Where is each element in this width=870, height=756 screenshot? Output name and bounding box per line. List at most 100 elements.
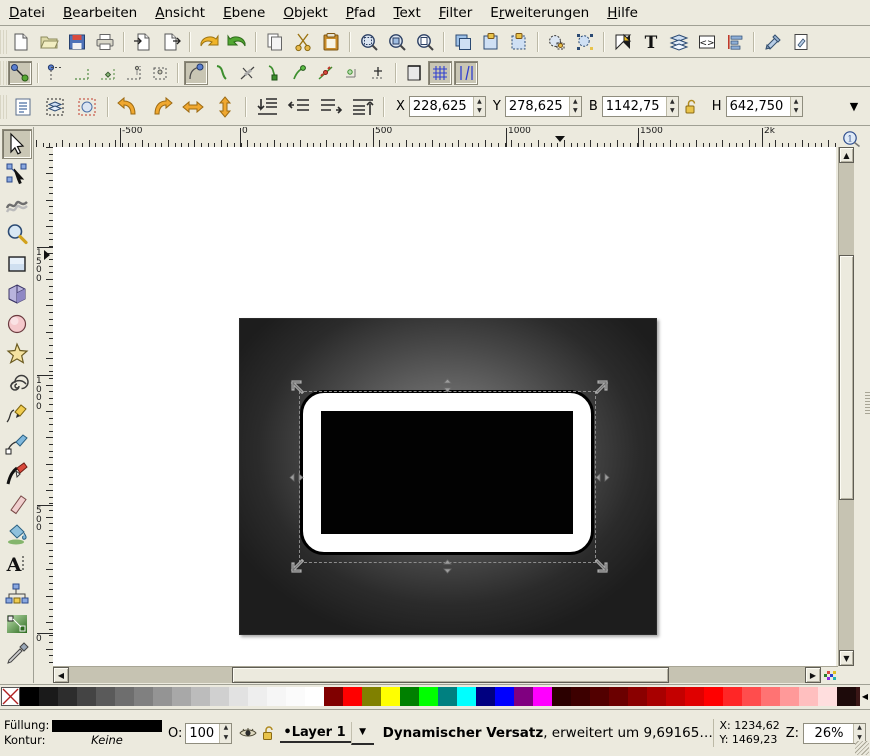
scroll-left-button[interactable]: ◀	[53, 667, 69, 683]
palette-color-swatch[interactable]	[381, 687, 400, 706]
artwork-background-rect[interactable]	[239, 318, 657, 635]
raise-to-top-icon[interactable]	[349, 93, 377, 121]
export-icon[interactable]	[158, 29, 184, 55]
spiral-tool[interactable]	[2, 369, 32, 399]
palette-color-swatch[interactable]	[761, 687, 780, 706]
menu-item-pfad[interactable]: Pfad	[337, 2, 385, 24]
fill-color-swatch[interactable]	[52, 720, 162, 732]
height-field-input[interactable]	[727, 97, 790, 116]
fill-stroke-indicator[interactable]: Füllung: Kontur: Keine	[4, 718, 162, 748]
none-color-swatch[interactable]	[1, 687, 20, 706]
palette-color-swatch[interactable]	[476, 687, 495, 706]
save-document-icon[interactable]	[64, 29, 90, 55]
snap-nodes-icon[interactable]	[184, 61, 208, 85]
palette-swatch-list[interactable]	[20, 687, 860, 706]
snap-enable-icon[interactable]	[8, 61, 32, 85]
x-field-input[interactable]	[410, 97, 473, 116]
eye-icon[interactable]	[239, 726, 257, 740]
stroke-row[interactable]: Kontur: Keine	[4, 733, 162, 748]
open-document-icon[interactable]	[36, 29, 62, 55]
palette-color-swatch[interactable]	[609, 687, 628, 706]
preferences-icon[interactable]	[760, 29, 786, 55]
color-palette[interactable]: ◀	[0, 684, 870, 708]
layer-selector[interactable]: •Layer 1 ▼	[280, 722, 373, 745]
layers-dialog-icon[interactable]	[666, 29, 692, 55]
x-field[interactable]: ▲▼	[409, 96, 486, 117]
width-field-input[interactable]	[603, 97, 666, 116]
snap-rotation-center-icon[interactable]	[366, 61, 390, 85]
scroll-up-button[interactable]: ▲	[839, 147, 854, 163]
palette-color-swatch[interactable]	[134, 687, 153, 706]
palette-color-swatch[interactable]	[438, 687, 457, 706]
palette-color-swatch[interactable]	[343, 687, 362, 706]
snap-page-border-icon[interactable]	[402, 61, 426, 85]
star-tool[interactable]	[2, 339, 32, 369]
snap-grid-icon[interactable]	[428, 61, 452, 85]
horizontal-ruler[interactable]: -5000500100015002k	[36, 127, 836, 148]
palette-color-swatch[interactable]	[400, 687, 419, 706]
palette-color-swatch[interactable]	[210, 687, 229, 706]
palette-scroll-left-icon[interactable]: ◀	[860, 687, 870, 706]
snap-bbox-center-icon[interactable]	[148, 61, 172, 85]
palette-color-swatch[interactable]	[457, 687, 476, 706]
snap-line-midpoint-icon[interactable]	[314, 61, 338, 85]
horizontal-scroll-thumb[interactable]	[232, 667, 669, 683]
scroll-down-button[interactable]: ▼	[839, 650, 854, 666]
lock-open-icon[interactable]	[262, 725, 276, 741]
menu-item-text[interactable]: Text	[385, 2, 430, 24]
zoom-tool[interactable]	[2, 219, 32, 249]
layer-name-label[interactable]: •Layer 1	[280, 724, 350, 743]
zoom-indicator-icon[interactable]: 1	[842, 130, 862, 147]
palette-color-swatch[interactable]	[514, 687, 533, 706]
inner-black-rect[interactable]	[321, 411, 573, 534]
undo-icon[interactable]	[196, 29, 222, 55]
copy-icon[interactable]	[262, 29, 288, 55]
width-field-spinner[interactable]: ▲▼	[666, 97, 678, 116]
eraser-tool[interactable]	[2, 489, 32, 519]
fill-row[interactable]: Füllung:	[4, 718, 162, 733]
palette-color-swatch[interactable]	[286, 687, 305, 706]
snap-bbox-corner-icon[interactable]	[96, 61, 120, 85]
rectangle-tool[interactable]	[2, 249, 32, 279]
palette-color-swatch[interactable]	[647, 687, 666, 706]
snap-cusp-node-icon[interactable]	[262, 61, 286, 85]
drawing-canvas[interactable]	[53, 147, 836, 666]
palette-color-swatch[interactable]	[742, 687, 761, 706]
palette-color-swatch[interactable]	[495, 687, 514, 706]
menu-item-datei[interactable]: Datei	[0, 2, 54, 24]
pen-tool[interactable]	[2, 429, 32, 459]
y-field[interactable]: ▲▼	[505, 96, 582, 117]
paint-bucket-tool[interactable]	[2, 519, 32, 549]
palette-color-swatch[interactable]	[229, 687, 248, 706]
vertical-ruler[interactable]: 150010005000	[36, 147, 54, 666]
cut-icon[interactable]	[290, 29, 316, 55]
snap-guide-icon[interactable]	[454, 61, 478, 85]
text-dialog-icon[interactable]: T	[638, 29, 664, 55]
palette-color-swatch[interactable]	[723, 687, 742, 706]
snap-object-center-icon[interactable]	[340, 61, 364, 85]
redo-icon[interactable]	[224, 29, 250, 55]
gradient-tool[interactable]	[2, 609, 32, 639]
palette-color-swatch[interactable]	[704, 687, 723, 706]
x-field-spinner[interactable]: ▲▼	[473, 97, 485, 116]
toolbar-overflow-button[interactable]: ▼	[840, 93, 868, 121]
deselect-icon[interactable]	[73, 93, 101, 121]
node-tool[interactable]	[2, 159, 32, 189]
menu-item-filter[interactable]: Filter	[430, 2, 481, 24]
box3d-tool[interactable]	[2, 279, 32, 309]
palette-color-swatch[interactable]	[58, 687, 77, 706]
ungroup-icon[interactable]	[506, 29, 532, 55]
selector-tool[interactable]	[2, 129, 32, 159]
rotate-ccw-icon[interactable]	[115, 93, 143, 121]
palette-color-swatch[interactable]	[419, 687, 438, 706]
y-field-input[interactable]	[506, 97, 569, 116]
snap-bbox-edge-midpoint-icon[interactable]	[122, 61, 146, 85]
vertical-scrollbar[interactable]: ▲ ▼	[838, 147, 854, 666]
paste-icon[interactable]	[318, 29, 344, 55]
toolbar-drag-handle[interactable]	[0, 30, 7, 54]
print-icon[interactable]	[92, 29, 118, 55]
chevron-down-icon[interactable]: ▼	[351, 722, 374, 745]
duplicate-icon[interactable]	[450, 29, 476, 55]
opacity-spinner[interactable]: ▲▼	[219, 724, 231, 743]
palette-color-swatch[interactable]	[305, 687, 324, 706]
